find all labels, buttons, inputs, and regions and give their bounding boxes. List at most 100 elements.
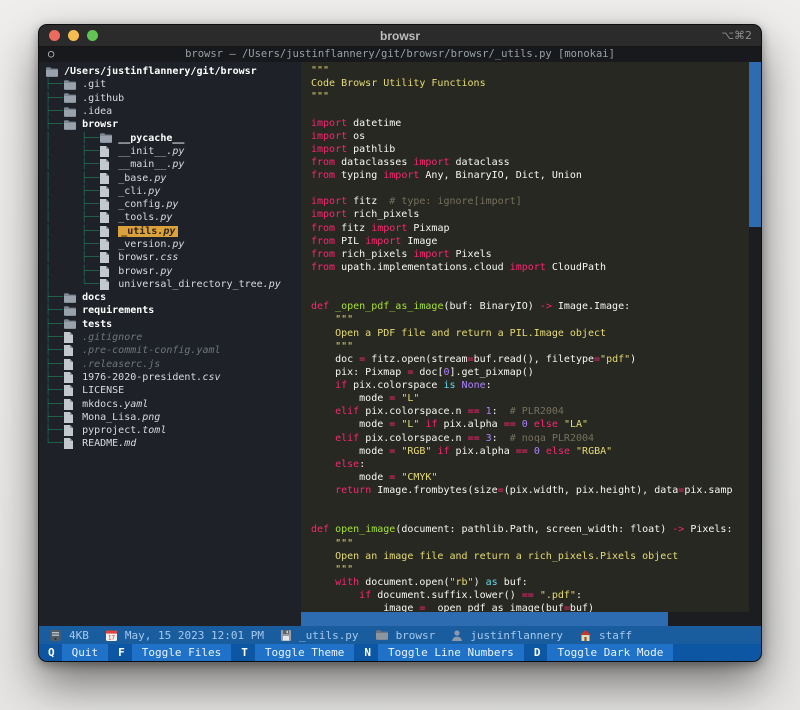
keybinding-f[interactable]: FToggle Files <box>111 644 231 661</box>
tree-item-pyproject.toml[interactable]: ├──pyproject.toml <box>45 424 301 437</box>
keybinding-d[interactable]: DToggle Dark Mode <box>527 644 674 661</box>
keybinding-n[interactable]: NToggle Line Numbers <box>357 644 523 661</box>
tree-item-_config.py[interactable]: │ ├──_config.py <box>45 198 301 211</box>
tree-item-mkdocs.yaml[interactable]: ├──mkdocs.yaml <box>45 397 301 410</box>
keybinding-key[interactable]: N <box>357 644 378 661</box>
folder-badge-icon <box>375 629 389 641</box>
tree-guide-lines: │ ├── <box>45 146 99 157</box>
tree-item-docs[interactable]: ├──docs <box>45 291 301 304</box>
keybinding-label[interactable]: Toggle Dark Mode <box>547 644 673 661</box>
tree-item-label: /Users/justinflannery/git/browsr <box>64 66 257 77</box>
folder-icon <box>63 92 77 104</box>
tree-item-browsr.css[interactable]: │ ├── browsr.css <box>45 251 301 264</box>
scrollbar-corner <box>749 612 761 626</box>
status-item-file-badge: _utils.py <box>280 629 359 642</box>
code-line: import datetime <box>311 117 749 130</box>
keybinding-key[interactable]: D <box>527 644 548 661</box>
status-bar: 4KB17May, 15 2023 12:01 PM_utils.pybrows… <box>39 626 761 644</box>
status-item-label: 4KB <box>69 629 89 642</box>
tree-item-Mona_Lisa.png[interactable]: ├──Mona_Lisa.png <box>45 411 301 424</box>
window-shortcut-badge: ⌥⌘2 <box>721 29 752 42</box>
keybinding-key[interactable]: F <box>111 644 132 661</box>
keybinding-label[interactable]: Toggle Line Numbers <box>378 644 524 661</box>
file-icon <box>99 251 113 264</box>
tree-item-README.md[interactable]: └──README.md <box>45 437 301 450</box>
tree-item-label: .git <box>82 79 106 90</box>
keybinding-t[interactable]: TToggle Theme <box>234 644 354 661</box>
code-line: Code Browsr Utility Functions <box>311 77 749 90</box>
tree-item-label: _cli.py <box>118 186 160 197</box>
tree-item-tests[interactable]: ├──tests <box>45 318 301 331</box>
tree-guide-lines: │ ├── <box>45 252 99 263</box>
keybinding-key[interactable]: Q <box>41 644 62 661</box>
code-line: elif pix.colorspace.n == 3: # noqa PLR20… <box>311 432 749 445</box>
tree-item-.pre-commit-config.yaml[interactable]: ├──.pre-commit-config.yaml <box>45 344 301 357</box>
keybinding-label[interactable]: Quit <box>62 644 109 661</box>
vertical-scrollbar-thumb[interactable] <box>749 62 761 227</box>
tree-guide-lines: ├── <box>45 385 63 396</box>
tree-item-__pycache__[interactable]: │ ├──__pycache__ <box>45 131 301 144</box>
tree-item-.github[interactable]: ├──.github <box>45 92 301 105</box>
disk-icon <box>49 629 62 642</box>
tree-item--Users-justinflannery-git-browsr[interactable]: /Users/justinflannery/git/browsr <box>45 65 301 78</box>
file-icon <box>99 265 113 278</box>
tree-guide-lines: ├── <box>45 93 63 104</box>
tree-item-LICENSE[interactable]: ├── LICENSE <box>45 384 301 397</box>
file-icon <box>99 158 113 171</box>
code-line: image = _open_pdf_as_image(buf=buf) <box>311 602 749 612</box>
code-line: """ <box>311 563 749 576</box>
status-item-calendar: 17May, 15 2023 12:01 PM <box>105 629 264 642</box>
tree-guide-lines: ├── <box>45 106 63 117</box>
tree-item-__main__.py[interactable]: │ ├──__main__.py <box>45 158 301 171</box>
code-line: else: <box>311 458 749 471</box>
status-item-home: staff <box>579 629 632 642</box>
tree-item-_base.py[interactable]: │ ├──_base.py <box>45 171 301 184</box>
tree-item-label: universal_directory_tree.py <box>118 279 281 290</box>
tree-item-universal_directory_tree.py[interactable]: │ └──universal_directory_tree.py <box>45 278 301 291</box>
tree-item-.gitignore[interactable]: ├──.gitignore <box>45 331 301 344</box>
keybinding-key[interactable]: T <box>234 644 255 661</box>
tree-item-__init__.py[interactable]: │ ├──__init__.py <box>45 145 301 158</box>
tree-guide-lines: ├── <box>45 412 63 423</box>
code-line: import pathlib <box>311 143 749 156</box>
code-line: from upath.implementations.cloud import … <box>311 261 749 274</box>
tree-item-.git[interactable]: ├──.git <box>45 78 301 91</box>
tree-item-label: .idea <box>82 106 112 117</box>
horizontal-scrollbar[interactable] <box>301 612 749 626</box>
tree-item-label: mkdocs.yaml <box>82 399 148 410</box>
code-line: """ <box>311 90 749 103</box>
tree-item-_version.py[interactable]: │ ├──_version.py <box>45 238 301 251</box>
code-viewer: """Code Browsr Utility Functions""" impo… <box>301 62 749 612</box>
tree-item-.releaserc.js[interactable]: ├──.releaserc.js <box>45 358 301 371</box>
vertical-scrollbar[interactable] <box>749 62 761 612</box>
code-line: import os <box>311 130 749 143</box>
code-line: """ <box>311 340 749 353</box>
file-icon <box>99 211 113 224</box>
tree-item-label: browsr.css <box>118 252 178 263</box>
tree-item-.idea[interactable]: ├── .idea <box>45 105 301 118</box>
code-line <box>311 182 749 195</box>
keybinding-label[interactable]: Toggle Files <box>132 644 231 661</box>
tree-item-label: __main__.py <box>118 159 184 170</box>
tree-item-_cli.py[interactable]: │ ├──_cli.py <box>45 185 301 198</box>
tree-guide-lines: │ ├── <box>45 173 99 184</box>
calendar-icon: 17 <box>105 629 118 642</box>
tree-item-1976-2020-president.csv[interactable]: ├──1976-2020-president.csv <box>45 371 301 384</box>
code-line: mode = "L" <box>311 392 749 405</box>
status-item-label: justinflannery <box>470 629 563 642</box>
folder-icon <box>99 132 113 144</box>
file-icon <box>99 185 113 198</box>
horizontal-scrollbar-thumb[interactable] <box>301 612 668 626</box>
terminal-window: browsr ⌥⌘2 ○ browsr — /Users/justinflann… <box>38 24 762 662</box>
tree-item-label: .gitignore <box>82 332 142 343</box>
tree-item-requirements[interactable]: ├──requirements <box>45 304 301 317</box>
code-line: def open_image(document: pathlib.Path, s… <box>311 523 749 536</box>
code-line: import rich_pixels <box>311 208 749 221</box>
tree-item-browsr.py[interactable]: │ ├──browsr.py <box>45 264 301 277</box>
keybinding-q[interactable]: QQuit <box>41 644 108 661</box>
keybinding-label[interactable]: Toggle Theme <box>255 644 354 661</box>
tree-item-_tools.py[interactable]: │ ├──_tools.py <box>45 211 301 224</box>
tree-item-label: LICENSE <box>82 385 124 396</box>
tree-item-browsr[interactable]: ├──browsr <box>45 118 301 131</box>
tree-item-_utils.py[interactable]: │ ├──_utils.py <box>45 225 301 238</box>
